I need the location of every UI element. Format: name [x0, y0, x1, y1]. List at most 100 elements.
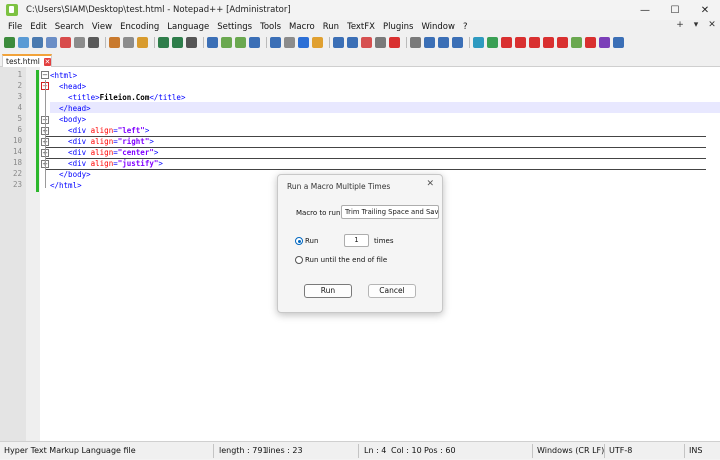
toolbar-button-icon[interactable] — [172, 36, 183, 48]
toolbar-button-icon[interactable] — [284, 36, 295, 48]
toolbar-button-icon[interactable] — [599, 36, 610, 48]
code-line[interactable]: <div align="justify"> — [50, 158, 163, 169]
toolbar-button-icon[interactable] — [109, 36, 120, 48]
toolbar-button-icon[interactable] — [235, 36, 246, 48]
toolbar-button-icon[interactable] — [375, 36, 386, 48]
toolbar-button-icon[interactable] — [18, 36, 29, 48]
menu-language[interactable]: Language — [163, 20, 213, 34]
change-history-bar — [36, 70, 39, 192]
toolbar-button-icon[interactable] — [137, 36, 148, 48]
menu-search[interactable]: Search — [51, 20, 88, 34]
toolbar-button-icon[interactable] — [123, 36, 134, 48]
code-line[interactable]: </head> — [50, 103, 91, 114]
toolbar-button-icon[interactable] — [410, 36, 421, 48]
menu-view[interactable]: View — [88, 20, 116, 34]
tab-bar: test.html ✕ — [0, 53, 720, 67]
toolbar-button-icon[interactable] — [333, 36, 344, 48]
menu-help[interactable]: ? — [459, 20, 472, 34]
menu-window[interactable]: Window — [417, 20, 459, 34]
tab-test-html[interactable]: test.html ✕ — [2, 54, 52, 67]
tab-list-icon[interactable]: ▾ — [688, 20, 704, 30]
toolbar-button-icon[interactable] — [347, 36, 358, 48]
code-token: Fileion.Com — [99, 93, 150, 102]
line-number: 14 — [12, 147, 22, 156]
status-ln: Ln : 4 — [364, 446, 387, 455]
toolbar-button-icon[interactable] — [438, 36, 449, 48]
menu-run[interactable]: Run — [319, 20, 343, 34]
toolbar-button-icon[interactable] — [46, 36, 57, 48]
chevron-down-icon: ⌄ — [429, 208, 435, 216]
line-number: 3 — [17, 92, 22, 101]
toolbar-button-icon[interactable] — [473, 36, 484, 48]
toolbar-button-icon[interactable] — [424, 36, 435, 48]
macro-select[interactable]: Trim Trailing Space and Save ⌄ — [341, 205, 439, 219]
menu-textfx[interactable]: TextFX — [343, 20, 379, 34]
toolbar-button-icon[interactable] — [32, 36, 43, 48]
toolbar-button-icon[interactable] — [557, 36, 568, 48]
tab-label: test.html — [6, 57, 40, 66]
code-line[interactable]: <div align="center"> — [50, 147, 158, 158]
code-line[interactable]: </html> — [50, 180, 82, 191]
toolbar-button-icon[interactable] — [207, 36, 218, 48]
run-until-end-radio[interactable] — [295, 256, 303, 264]
toolbar-button-icon[interactable] — [529, 36, 540, 48]
tab-close-icon[interactable]: ✕ — [43, 57, 51, 66]
dialog-close-icon[interactable]: ✕ — [426, 179, 434, 189]
toolbar-button-icon[interactable] — [4, 36, 15, 48]
code-line[interactable]: </body> — [50, 169, 91, 180]
fold-minus-icon[interactable]: − — [41, 71, 49, 79]
new-tab-icon[interactable]: + — [672, 20, 688, 30]
toolbar-button-icon[interactable] — [74, 36, 85, 48]
menu-encoding[interactable]: Encoding — [116, 20, 163, 34]
toolbar-separator — [469, 36, 470, 48]
toolbar-button-icon[interactable] — [221, 36, 232, 48]
status-separator — [358, 444, 359, 458]
times-input[interactable]: 1 — [344, 234, 369, 247]
menu-macro[interactable]: Macro — [285, 20, 319, 34]
toolbar-button-icon[interactable] — [361, 36, 372, 48]
toolbar-button-icon[interactable] — [158, 36, 169, 48]
code-token: <body> — [50, 115, 87, 124]
code-line[interactable]: <title>Fileion.Com</title> — [50, 92, 185, 103]
toolbar-button-icon[interactable] — [613, 36, 624, 48]
toolbar-button-icon[interactable] — [501, 36, 512, 48]
maximize-button[interactable]: ☐ — [660, 0, 690, 20]
code-line[interactable]: <html> — [50, 70, 77, 81]
code-line[interactable]: <div align="right"> — [50, 136, 154, 147]
code-line[interactable]: <head> — [50, 81, 86, 92]
line-number: 2 — [17, 81, 22, 90]
toolbar-button-icon[interactable] — [186, 36, 197, 48]
toolbar-button-icon[interactable] — [88, 36, 99, 48]
run-button[interactable]: Run — [304, 284, 352, 298]
toolbar-button-icon[interactable] — [389, 36, 400, 48]
close-button[interactable]: ✕ — [690, 0, 720, 20]
code-token: align — [90, 137, 114, 146]
menu-edit[interactable]: Edit — [26, 20, 50, 34]
toolbar-button-icon[interactable] — [60, 36, 71, 48]
toolbar-button-icon[interactable] — [312, 36, 323, 48]
toolbar-button-icon[interactable] — [249, 36, 260, 48]
menu-settings[interactable]: Settings — [213, 20, 256, 34]
toolbar-button-icon[interactable] — [585, 36, 596, 48]
run-times-radio[interactable] — [295, 237, 303, 245]
code-line[interactable]: <div align="left"> — [50, 125, 149, 136]
status-encoding: UTF-8 — [609, 446, 633, 455]
code-line[interactable]: <body> — [50, 114, 86, 125]
toolbar-button-icon[interactable] — [515, 36, 526, 48]
menu-plugins[interactable]: Plugins — [379, 20, 417, 34]
toolbar-button-icon[interactable] — [487, 36, 498, 48]
menu-file[interactable]: File — [4, 20, 26, 34]
code-token: </html> — [50, 181, 82, 190]
code-token: > — [149, 137, 154, 146]
minimize-button[interactable]: — — [630, 0, 660, 20]
cancel-button[interactable]: Cancel — [368, 284, 416, 298]
code-token: "justify" — [117, 159, 159, 168]
toolbar-separator — [406, 36, 407, 48]
toolbar-button-icon[interactable] — [452, 36, 463, 48]
toolbar-button-icon[interactable] — [270, 36, 281, 48]
menu-tools[interactable]: Tools — [256, 20, 285, 34]
toolbar-button-icon[interactable] — [571, 36, 582, 48]
toolbar-button-icon[interactable] — [298, 36, 309, 48]
close-doc-icon[interactable]: ✕ — [704, 20, 720, 30]
toolbar-button-icon[interactable] — [543, 36, 554, 48]
